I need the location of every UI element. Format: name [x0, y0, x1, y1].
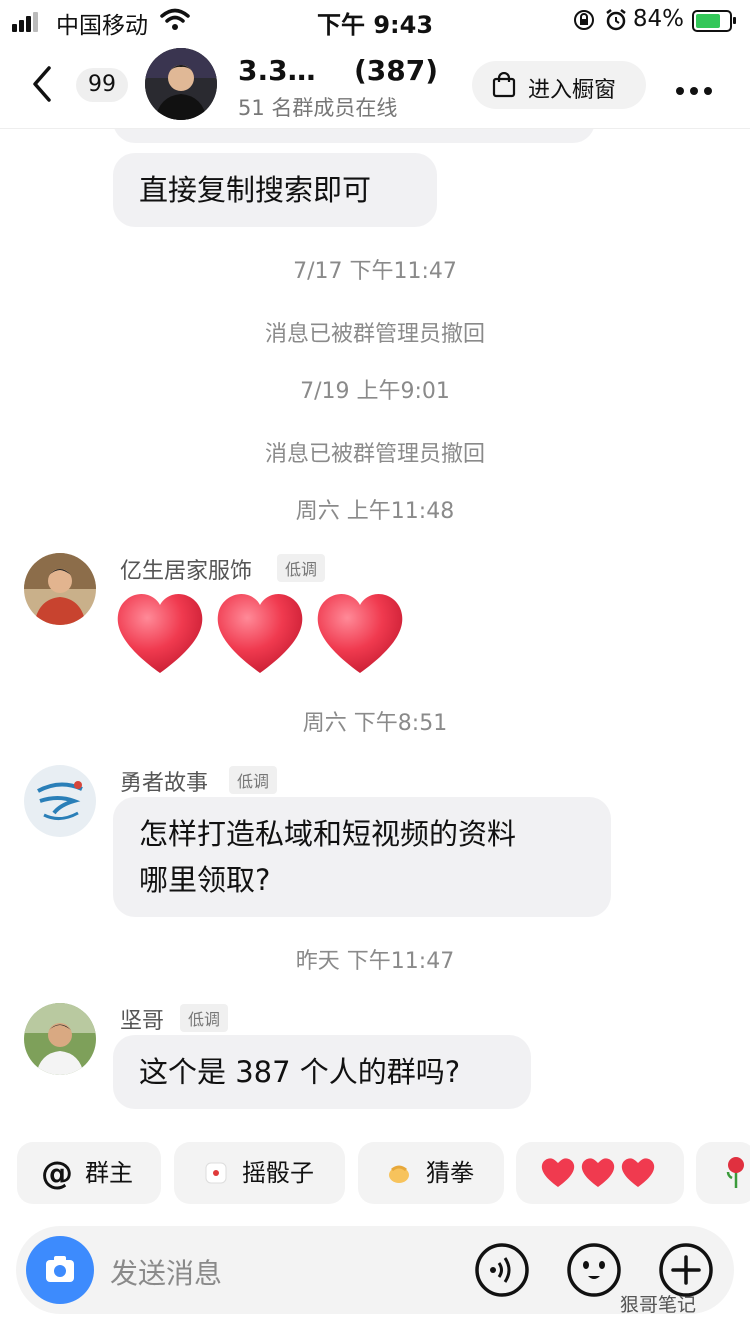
roll-dice-label: 摇骰子: [242, 1159, 314, 1187]
roll-dice-button[interactable]: 摇骰子: [174, 1142, 345, 1204]
unread-count-badge[interactable]: 99: [76, 68, 128, 102]
message-text-line: 哪里领取?: [139, 863, 271, 897]
battery-icon: [692, 10, 736, 32]
status-bar: 中国移动 下午 9:43 84%: [0, 0, 750, 40]
system-notice: 消息已被群管理员撤回: [264, 442, 485, 467]
shopping-bag-icon: [492, 72, 516, 98]
message-text-line: 怎样打造私域和短视频的资料: [139, 817, 517, 851]
member-tag-badge: 低调: [229, 766, 278, 794]
watermark-label: 狠哥笔记: [620, 1294, 697, 1316]
more-options-icon[interactable]: [676, 80, 718, 99]
online-members-label: 51 名群成员在线: [238, 96, 398, 120]
heart-icons: [541, 1158, 655, 1187]
avatar[interactable]: [24, 765, 96, 837]
voice-message-icon[interactable]: [474, 1242, 530, 1298]
heart-emoji-message[interactable]: [114, 589, 414, 681]
back-arrow-icon[interactable]: [32, 66, 52, 102]
timestamp: 周六 上午11:48: [295, 499, 455, 524]
avatar[interactable]: [24, 1003, 96, 1075]
rock-paper-scissors-button[interactable]: 猜拳: [358, 1142, 504, 1204]
message-bubble[interactable]: 怎样打造私域和短视频的资料 哪里领取?: [113, 797, 611, 917]
group-title: 3.3…: [238, 54, 316, 87]
chat-message-list[interactable]: 直接复制搜索即可 7/17 下午11:47 消息已被群管理员撤回 7/19 上午…: [0, 129, 750, 1135]
mention-owner-label: 群主: [85, 1159, 133, 1187]
heart-icons: [117, 593, 403, 673]
timestamp: 7/19 上午9:01: [300, 379, 450, 404]
camera-icon: [46, 1256, 74, 1282]
enter-showcase-label: 进入橱窗: [528, 78, 617, 103]
group-avatar[interactable]: [145, 48, 217, 120]
rose-reaction-button[interactable]: [696, 1142, 750, 1204]
at-sign-icon: @: [41, 1154, 73, 1192]
rock-paper-scissors-label: 猜拳: [426, 1159, 474, 1187]
alarm-icon: [606, 9, 626, 31]
group-member-count: (387): [354, 54, 439, 87]
message-bubble[interactable]: 这个是 387 个人的群吗?: [113, 1035, 531, 1109]
fist-icon: [389, 1165, 409, 1183]
sender-name[interactable]: 亿生居家服饰: [120, 553, 252, 585]
camera-button[interactable]: [26, 1236, 94, 1304]
system-notice: 消息已被群管理员撤回: [264, 322, 485, 347]
sender-name[interactable]: 坚哥: [120, 1003, 164, 1035]
hearts-reaction-button[interactable]: [516, 1142, 684, 1204]
battery-percent: 84%: [632, 6, 684, 32]
dice-icon: [205, 1162, 227, 1184]
message-input[interactable]: 发送消息: [110, 1252, 222, 1292]
message-bubble[interactable]: 直接复制搜索即可: [113, 153, 437, 227]
member-tag-badge: 低调: [277, 554, 326, 582]
rose-icon: [726, 1157, 744, 1188]
chat-header: 99 3.3… (387) 51 名群成员在线 进入橱窗: [0, 40, 750, 129]
message-bubble-partial: [113, 129, 595, 143]
timestamp: 昨天 下午11:47: [295, 949, 455, 974]
emoji-icon[interactable]: [566, 1242, 622, 1298]
member-tag-badge: 低调: [180, 1004, 229, 1032]
sender-name[interactable]: 勇者故事: [120, 765, 208, 797]
quick-action-bar: @ 群主 摇骰子 猜拳: [0, 1142, 750, 1206]
timestamp: 周六 下午8:51: [302, 711, 448, 736]
avatar[interactable]: [24, 553, 96, 625]
orientation-lock-icon: [574, 10, 594, 30]
timestamp: 7/17 下午11:47: [293, 259, 457, 284]
mention-owner-button[interactable]: @ 群主: [17, 1142, 161, 1204]
enter-showcase-button[interactable]: 进入橱窗: [472, 61, 646, 109]
